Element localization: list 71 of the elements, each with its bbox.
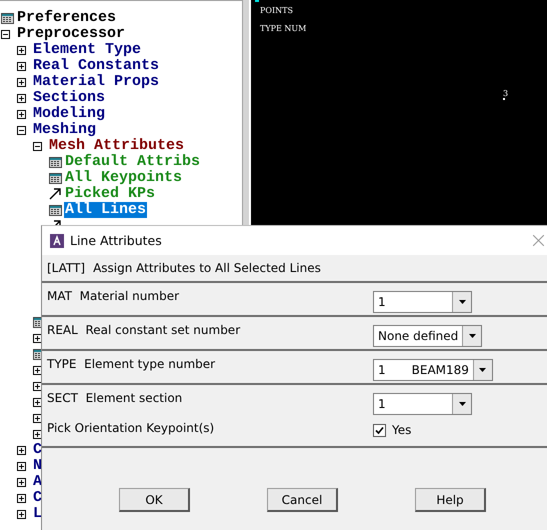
checkbox[interactable] [373, 424, 386, 436]
graphics-label: TYPE NUM [260, 24, 306, 33]
tree-item[interactable]: Preprocessor [16, 26, 126, 42]
dialog-button[interactable]: OK [119, 488, 190, 512]
window-title: Line Attributes [70, 233, 163, 248]
expand-icon[interactable] [17, 494, 26, 502]
collapse-icon[interactable] [33, 142, 42, 150]
tree-item[interactable]: Sections [32, 90, 106, 106]
tree-item[interactable]: Modeling [32, 106, 106, 122]
collapse-icon[interactable] [1, 30, 10, 38]
graphics-label: POINTS [260, 6, 293, 15]
expand-icon[interactable] [17, 46, 26, 54]
expand-icon[interactable] [17, 446, 26, 454]
checkbox-label: Yes [392, 423, 412, 437]
expand-icon[interactable] [33, 430, 42, 438]
calculator-icon [49, 172, 62, 184]
caret-icon [479, 368, 486, 372]
tree-item[interactable]: L [32, 506, 44, 522]
dropdown[interactable]: 1 BEAM189 [373, 359, 493, 381]
caret-icon [468, 334, 476, 338]
expand-icon[interactable] [33, 382, 42, 390]
tree-item[interactable]: C [32, 442, 44, 458]
arrow-icon [49, 188, 62, 200]
point-marker [503, 98, 505, 100]
tree-item[interactable]: Material Props [32, 74, 160, 90]
field-label: Pick Orientation Keypoint(s) [47, 420, 216, 435]
caret-icon [458, 402, 466, 406]
tree-item[interactable]: Real Constants [32, 58, 160, 74]
expand-icon[interactable] [33, 414, 42, 422]
dialog-button[interactable]: Help [415, 488, 486, 512]
expand-icon[interactable] [17, 510, 26, 518]
tree-item[interactable]: Default Attribs [64, 154, 202, 170]
expand-icon[interactable] [17, 62, 26, 70]
calculator-icon [1, 12, 14, 24]
expand-icon[interactable] [17, 78, 26, 86]
expand-icon[interactable] [33, 366, 42, 374]
tree-item[interactable]: Element Type [32, 42, 142, 58]
collapse-icon[interactable] [17, 126, 26, 134]
field-label: REAL Real constant set number [47, 322, 242, 337]
tree-item[interactable]: C [32, 490, 44, 506]
expand-icon[interactable] [33, 398, 42, 406]
calculator-icon [49, 156, 62, 168]
expand-icon[interactable] [17, 462, 26, 470]
tree-item[interactable]: Meshing [32, 122, 98, 138]
expand-icon[interactable] [17, 94, 26, 102]
tree-item[interactable]: N [32, 458, 44, 474]
dropdown[interactable]: None defined [373, 325, 482, 347]
tree-item[interactable]: Preferences [16, 10, 118, 26]
field-label: MAT Material number [47, 288, 180, 303]
tree-item[interactable]: All Lines [64, 202, 148, 218]
expand-icon[interactable] [17, 478, 26, 486]
dialog-button[interactable]: Cancel [267, 488, 338, 512]
field-label: TYPE Element type number [47, 356, 216, 371]
close-icon[interactable] [533, 235, 544, 246]
field-label: SECT Element section [47, 390, 184, 405]
command-name: [LATT] [47, 261, 86, 275]
caret-icon [458, 300, 466, 304]
dialog-description: Assign Attributes to All Selected Lines [93, 261, 321, 275]
tree-item[interactable]: A [32, 474, 44, 490]
point-label: 3 [503, 89, 508, 98]
calculator-icon [33, 348, 41, 360]
dropdown[interactable]: 1 [373, 393, 472, 415]
expand-icon[interactable] [17, 110, 26, 118]
app-logo-icon [50, 234, 64, 248]
calculator-icon [49, 204, 62, 216]
tree-item[interactable]: Mesh Attributes [48, 138, 186, 154]
tree-item[interactable]: Picked KPs [64, 186, 156, 202]
dropdown[interactable]: 1 [373, 291, 472, 313]
tree-item[interactable]: All Keypoints [64, 170, 184, 186]
expand-icon[interactable] [33, 334, 42, 342]
calculator-icon [33, 316, 41, 328]
